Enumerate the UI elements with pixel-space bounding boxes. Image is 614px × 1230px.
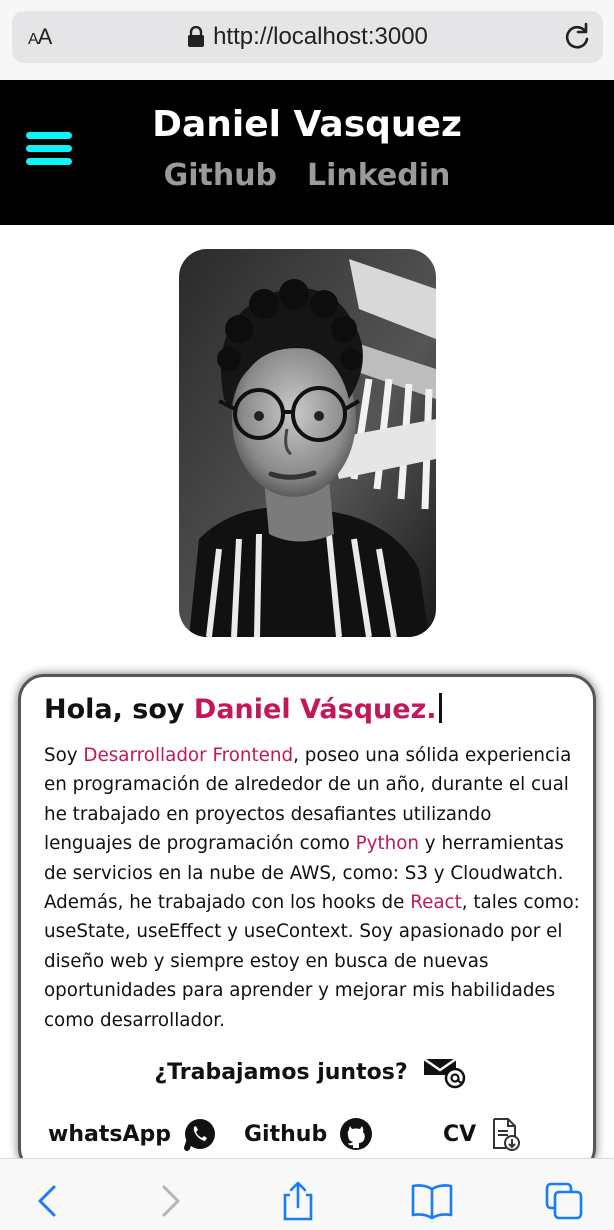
github-link[interactable]: Github	[244, 1117, 373, 1151]
whatsapp-label: whatsApp	[48, 1121, 171, 1147]
document-download-icon[interactable]	[488, 1117, 522, 1151]
profile-photo	[179, 249, 436, 637]
back-icon[interactable]	[28, 1181, 68, 1221]
browser-toolbar: AA http://localhost:3000	[0, 0, 614, 80]
greeting-name: Daniel Vásquez.	[193, 694, 437, 725]
mail-at-icon[interactable]	[422, 1055, 466, 1089]
cv-label: CV	[443, 1121, 477, 1147]
address-bar[interactable]: AA http://localhost:3000	[12, 11, 603, 63]
url-display[interactable]: http://localhost:3000	[12, 11, 603, 63]
cv-link[interactable]: CV	[443, 1117, 522, 1151]
share-icon[interactable]	[278, 1181, 318, 1221]
reload-icon[interactable]	[561, 21, 593, 53]
url-text: http://localhost:3000	[213, 23, 428, 50]
github-label: Github	[244, 1121, 328, 1147]
nav-link-github[interactable]: Github	[164, 158, 277, 193]
bio-highlight: Python	[355, 833, 419, 855]
forward-icon[interactable]	[150, 1181, 190, 1221]
greeting-heading: Hola, soy Daniel Vásquez.	[44, 693, 442, 725]
contact-cta[interactable]: ¿Trabajamos juntos?	[21, 1055, 593, 1089]
social-links: whatsApp Github CV	[21, 1117, 593, 1157]
header-nav: Github Linkedin	[0, 158, 614, 193]
github-icon[interactable]	[339, 1117, 373, 1151]
cta-text: ¿Trabajamos juntos?	[154, 1059, 408, 1085]
tabs-icon[interactable]	[544, 1181, 584, 1221]
nav-link-linkedin[interactable]: Linkedin	[307, 158, 450, 193]
bio-highlight: Desarrollador Frontend	[83, 745, 294, 766]
bio-paragraph: Soy Desarrollador Frontend, poseo una só…	[44, 741, 584, 1035]
lock-icon	[188, 26, 205, 47]
browser-bottom-bar	[0, 1158, 614, 1230]
about-card: Hola, soy Daniel Vásquez. Soy Desarrolla…	[18, 674, 596, 1174]
whatsapp-link[interactable]: whatsApp	[48, 1117, 217, 1151]
bookmarks-icon[interactable]	[410, 1181, 454, 1221]
site-header: Daniel Vasquez Github Linkedin	[0, 80, 614, 225]
bio-highlight: React	[410, 892, 462, 914]
site-title: Daniel Vasquez	[152, 104, 462, 145]
bio-segment: Soy	[44, 745, 84, 766]
whatsapp-icon[interactable]	[183, 1117, 217, 1151]
typing-cursor	[438, 693, 442, 723]
greeting-text: Hola, soy	[44, 694, 194, 725]
